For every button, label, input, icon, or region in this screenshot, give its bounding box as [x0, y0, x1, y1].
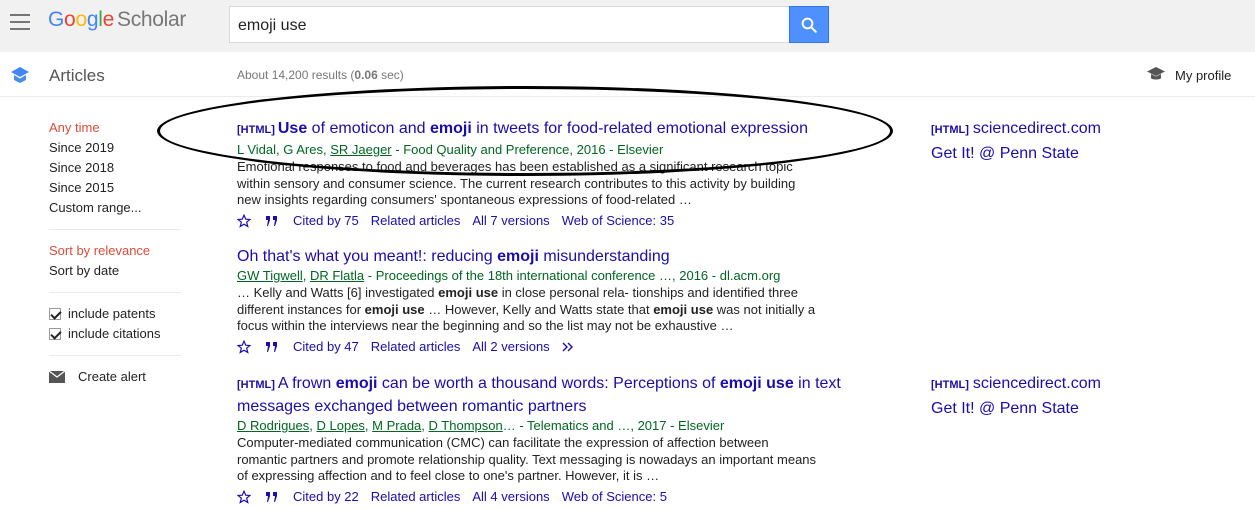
get-it-link[interactable]: Get It! @ Penn State [931, 397, 1101, 421]
web-of-science-link[interactable]: Web of Science: 5 [562, 487, 667, 507]
all-versions-link[interactable]: All 2 versions [472, 337, 549, 357]
author-link[interactable]: D Thompson [429, 418, 503, 433]
get-it-link[interactable]: Get It! @ Penn State [931, 142, 1101, 166]
mail-icon [49, 371, 65, 383]
checkbox-icon [49, 328, 61, 340]
more-icon[interactable] [562, 342, 576, 352]
result-snippet: Computer-mediated communication (CMC) ca… [237, 435, 817, 483]
filter-since-2018[interactable]: Since 2018 [49, 158, 181, 178]
quote-icon[interactable] [265, 491, 279, 503]
search-input[interactable]: emoji use [229, 6, 790, 43]
result-actions: Cited by 47 Related articles All 2 versi… [237, 337, 857, 357]
filter-since-2019[interactable]: Since 2019 [49, 138, 181, 158]
result-authors: D Rodrigues, D Lopes, M Prada, D Thompso… [237, 418, 725, 433]
star-icon[interactable] [237, 489, 251, 504]
related-articles-link[interactable]: Related articles [371, 211, 461, 231]
cited-by-link[interactable]: Cited by 75 [293, 211, 359, 231]
profile-icon[interactable] [1146, 66, 1166, 82]
web-of-science-link[interactable]: Web of Science: 35 [562, 211, 675, 231]
filter-since-2015[interactable]: Since 2015 [49, 178, 181, 198]
include-citations-checkbox[interactable]: include citations [49, 324, 181, 344]
related-articles-link[interactable]: Related articles [371, 337, 461, 357]
menu-icon[interactable] [10, 14, 30, 30]
all-versions-link[interactable]: All 4 versions [472, 487, 549, 507]
fulltext-source-link[interactable]: [HTML] sciencedirect.com [931, 117, 1101, 142]
result-actions: Cited by 75 Related articles All 7 versi… [237, 211, 857, 231]
sort-by-relevance[interactable]: Sort by relevance [49, 241, 181, 261]
result-title[interactable]: [HTML] A frown emoji can be worth a thous… [237, 373, 857, 417]
filter-any-time[interactable]: Any time [49, 118, 181, 138]
cited-by-link[interactable]: Cited by 22 [293, 487, 359, 507]
sort-by-date[interactable]: Sort by date [49, 261, 181, 281]
author-link[interactable]: GW Tigwell [237, 268, 303, 283]
search-result: [HTML] Use of emoticon and emoji in tweet… [237, 118, 857, 231]
author-link[interactable]: DR Flatla [310, 268, 364, 283]
checkbox-icon [49, 308, 61, 320]
search-result: Oh that's what you meant!: reducing emoj… [237, 246, 857, 357]
author-link[interactable]: D Lopes [317, 418, 365, 433]
filter-custom-range[interactable]: Custom range... [49, 198, 181, 218]
filter-sidebar: Any time Since 2019 Since 2018 Since 201… [49, 118, 181, 387]
result-authors: L Vidal, G Ares, SR Jaeger - Food Qualit… [237, 142, 664, 157]
header-bar: Google Scholar emoji use [0, 0, 1255, 52]
my-profile-link[interactable]: My profile [1175, 68, 1231, 83]
search-result: [HTML] A frown emoji can be worth a thous… [237, 373, 857, 507]
search-icon [801, 17, 817, 33]
quote-icon[interactable] [265, 341, 279, 353]
divider [49, 355, 181, 356]
result-snippet: … Kelly and Watts [6] investigated emoji… [237, 285, 816, 333]
divider [49, 229, 181, 230]
create-alert-link[interactable]: Create alert [49, 367, 181, 387]
all-versions-link[interactable]: All 7 versions [472, 211, 549, 231]
results-count: About 14,200 results (0.06 sec) [237, 68, 404, 82]
fulltext-links: [HTML] sciencedirect.com Get It! @ Penn S… [931, 372, 1101, 421]
google-scholar-logo[interactable]: Google Scholar [48, 8, 186, 32]
articles-icon[interactable] [10, 66, 30, 84]
section-label: Articles [49, 66, 105, 85]
divider [49, 292, 181, 293]
result-snippet: Emotional responses to food and beverage… [237, 159, 796, 207]
related-articles-link[interactable]: Related articles [371, 487, 461, 507]
fulltext-links: [HTML] sciencedirect.com Get It! @ Penn S… [931, 117, 1101, 166]
cited-by-link[interactable]: Cited by 47 [293, 337, 359, 357]
include-patents-checkbox[interactable]: include patents [49, 304, 181, 324]
result-authors: GW Tigwell, DR Flatla - Proceedings of t… [237, 268, 781, 283]
subheader-bar: Articles About 14,200 results (0.06 sec)… [0, 52, 1255, 97]
author-link[interactable]: SR Jaeger [330, 142, 391, 157]
author-link[interactable]: D Rodrigues [237, 418, 309, 433]
result-actions: Cited by 22 Related articles All 4 versi… [237, 487, 857, 507]
quote-icon[interactable] [265, 215, 279, 227]
search-button[interactable] [789, 6, 829, 43]
star-icon[interactable] [237, 339, 251, 354]
author-link[interactable]: M Prada [372, 418, 421, 433]
fulltext-source-link[interactable]: [HTML] sciencedirect.com [931, 372, 1101, 397]
result-title[interactable]: [HTML] Use of emoticon and emoji in tweet… [237, 118, 857, 141]
result-title[interactable]: Oh that's what you meant!: reducing emoj… [237, 246, 857, 267]
star-icon[interactable] [237, 213, 251, 228]
